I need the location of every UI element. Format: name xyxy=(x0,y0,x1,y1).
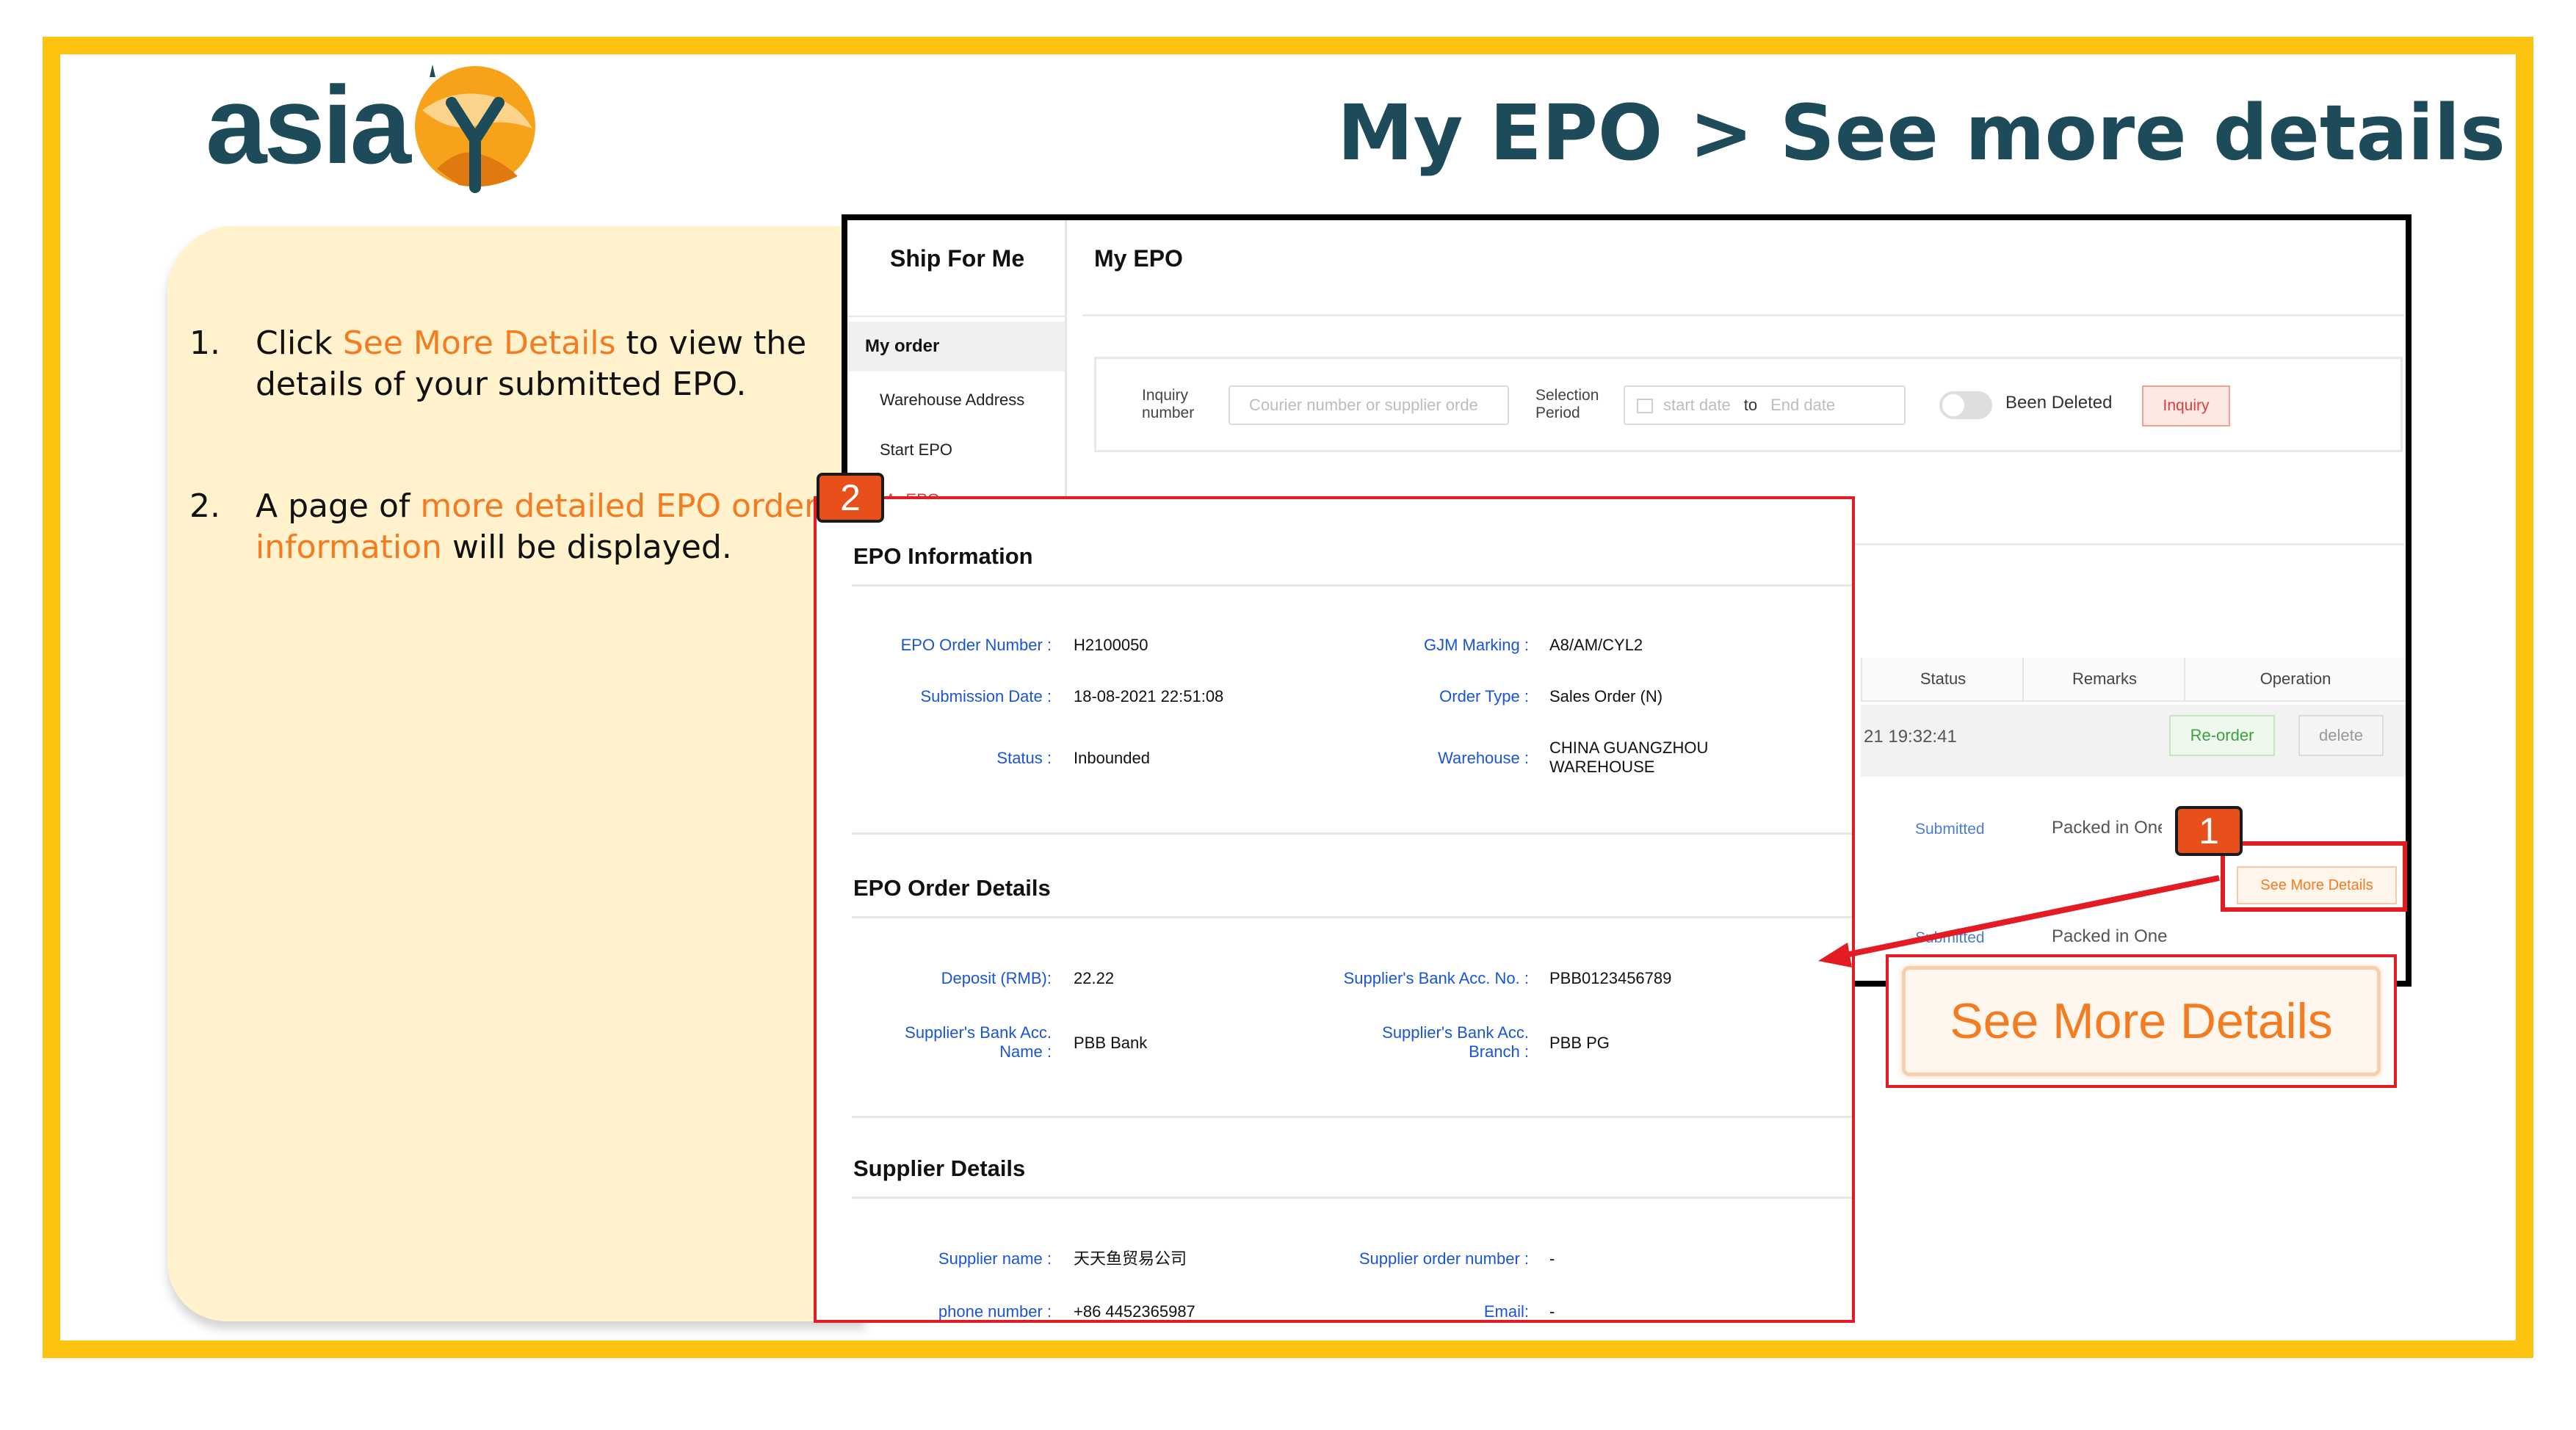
main-title: My EPO xyxy=(1094,245,1183,272)
date-range-input[interactable]: start date to End date xyxy=(1624,385,1906,425)
sidebar-item-label: My order xyxy=(865,336,940,356)
page-title: My EPO > See more details xyxy=(1337,88,2506,178)
main-divider xyxy=(1082,314,2404,316)
column-header-remarks: Remarks xyxy=(2022,658,2185,702)
phone-number-label: phone number : xyxy=(938,1302,1052,1321)
gjm-marking-label: GJM Marking : xyxy=(1423,636,1529,654)
section-divider xyxy=(852,584,1852,587)
bank-acc-no-label: Supplier's Bank Acc. No. : xyxy=(1343,969,1529,987)
supplier-name-label: Supplier name : xyxy=(938,1249,1052,1268)
step-badge-1: 1 xyxy=(2175,806,2243,856)
deposit-label: Deposit (RMB): xyxy=(941,969,1052,987)
step-text-pre: A page of xyxy=(256,487,421,525)
epo-order-number-label: EPO Order Number : xyxy=(900,636,1052,654)
step-badge-2: 2 xyxy=(817,473,884,523)
asiaY-logo: asia xyxy=(206,55,558,195)
delete-button[interactable]: delete xyxy=(2298,715,2384,756)
end-date-placeholder: End date xyxy=(1770,396,1836,414)
step-text-pre: Click xyxy=(256,324,343,362)
submission-time: 21 19:32:41 xyxy=(1864,727,1957,747)
email-label: Email: xyxy=(1483,1302,1529,1321)
sidebar-title: Ship For Me xyxy=(890,245,1025,272)
callout-box-see-more-details xyxy=(2221,841,2407,912)
sidebar-item-my-order[interactable]: My order xyxy=(847,322,1065,371)
selection-period-label: Selection Period xyxy=(1535,387,1599,421)
section-divider xyxy=(852,916,1852,918)
been-deleted-toggle[interactable] xyxy=(1939,391,1992,419)
section-divider xyxy=(852,1116,1852,1118)
bank-acc-name-label: Supplier's Bank Acc. Name : xyxy=(905,1023,1052,1061)
step-text: A page of more detailed EPO order inform… xyxy=(256,486,843,568)
step-text: Click See More Details to view the detai… xyxy=(256,323,843,405)
date-range-to: to xyxy=(1743,396,1758,414)
epo-information-heading: EPO Information xyxy=(853,543,1033,569)
epo-details-panel: EPO Information EPO Order Number : H2100… xyxy=(814,496,1855,1323)
remarks-text: Packed in One xyxy=(2052,818,2162,838)
submission-date-value: 18-08-2021 22:51:08 xyxy=(1074,687,1224,705)
reorder-button[interactable]: Re-order xyxy=(2169,715,2275,756)
status-badge: Submitted xyxy=(1915,929,1985,946)
bank-acc-branch-label: Supplier's Bank Acc. Branch : xyxy=(1382,1023,1529,1061)
sidebar-divider xyxy=(847,316,1065,317)
section-divider xyxy=(852,1197,1852,1199)
supplier-order-number-label: Supplier order number : xyxy=(1358,1249,1529,1268)
supplier-order-number-value: - xyxy=(1549,1249,1555,1268)
warehouse-value: CHINA GUANGZHOU WAREHOUSE xyxy=(1549,738,1709,776)
deposit-value: 22.22 xyxy=(1074,969,1115,987)
bank-acc-no-value: PBB0123456789 xyxy=(1549,969,1672,987)
status-badge: Submitted xyxy=(1915,821,1985,838)
status-label: Status : xyxy=(996,749,1052,767)
section-divider xyxy=(852,832,1852,835)
warehouse-label: Warehouse : xyxy=(1438,749,1529,767)
inquiry-number-input[interactable]: Courier number or supplier orde xyxy=(1229,385,1509,425)
see-more-details-zoom-button[interactable]: See More Details xyxy=(1902,966,2381,1076)
step-number: 1. xyxy=(189,324,220,362)
phone-number-value: +86 4452365987 xyxy=(1074,1302,1195,1321)
gjm-marking-value: A8/AM/CYL2 xyxy=(1549,636,1643,654)
filter-bar: Inquiry number Courier number or supplie… xyxy=(1094,357,2403,452)
calendar-icon xyxy=(1637,399,1653,414)
inquiry-number-label: Inquiry number xyxy=(1142,387,1195,421)
order-type-label: Order Type : xyxy=(1439,687,1529,705)
column-header-operation: Operation xyxy=(2184,658,2406,702)
bank-acc-name-value: PBB Bank xyxy=(1074,1034,1148,1052)
supplier-details-heading: Supplier Details xyxy=(853,1155,1026,1181)
column-header-status: Status xyxy=(1861,658,2024,702)
submission-date-label: Submission Date : xyxy=(920,687,1052,705)
sidebar-item-warehouse-address[interactable]: Warehouse Address xyxy=(880,391,1024,410)
sidebar-item-start-epo[interactable]: Start EPO xyxy=(880,440,952,460)
step-text-post: will be displayed. xyxy=(441,529,732,566)
step-highlight: See More Details xyxy=(342,324,616,362)
inquiry-button[interactable]: Inquiry xyxy=(2142,385,2230,427)
remarks-text: Packed in One xyxy=(2052,926,2168,946)
bank-acc-branch-value: PBB PG xyxy=(1549,1034,1610,1052)
step-number: 2. xyxy=(189,487,220,525)
logo-text: asia xyxy=(206,63,411,186)
zoom-callout: See More Details xyxy=(1886,954,2397,1088)
status-value: Inbounded xyxy=(1074,749,1150,767)
been-deleted-label: Been Deleted xyxy=(2005,393,2113,413)
email-value: - xyxy=(1549,1302,1555,1321)
start-date-placeholder: start date xyxy=(1663,396,1731,414)
globe-logo-icon xyxy=(415,65,535,193)
epo-order-number-value: H2100050 xyxy=(1074,636,1148,654)
supplier-name-value: 天天鱼贸易公司 xyxy=(1074,1249,1187,1268)
order-type-value: Sales Order (N) xyxy=(1549,687,1663,705)
epo-order-details-heading: EPO Order Details xyxy=(853,875,1051,901)
